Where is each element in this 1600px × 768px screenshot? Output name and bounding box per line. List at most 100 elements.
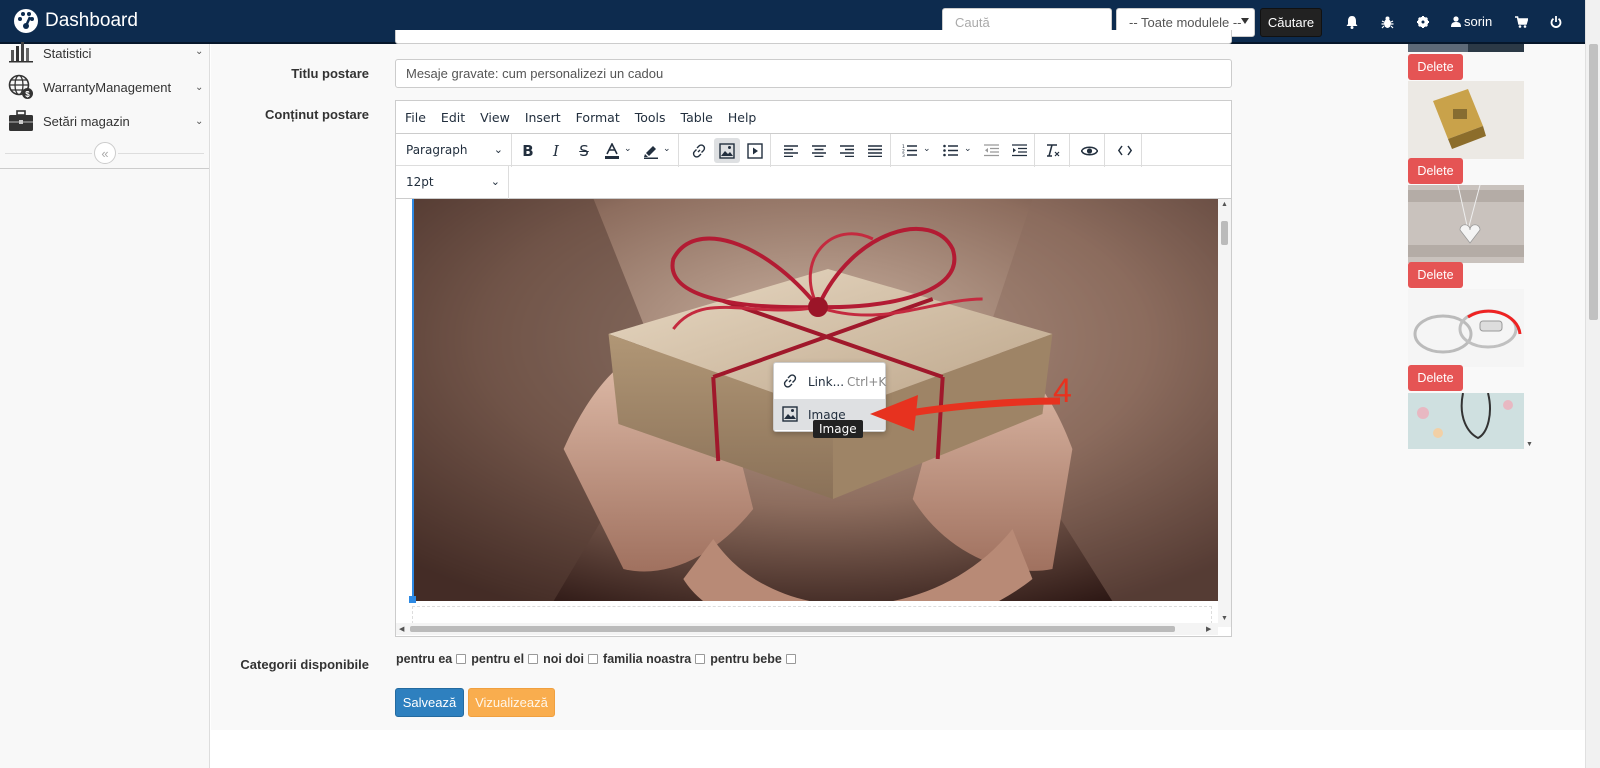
block-format-select[interactable]: Paragraph ⌄ — [396, 138, 511, 162]
text-color-button[interactable] — [599, 138, 625, 163]
chevron-down-icon[interactable]: ⌄ — [663, 143, 671, 154]
sidebar-item-setari[interactable]: Setări magazin ⌄ — [0, 104, 209, 138]
source-code-button[interactable] — [1112, 138, 1138, 163]
empty-paragraph[interactable] — [412, 606, 1212, 624]
sidebar-item-warranty[interactable]: $ WarrantyManagement ⌄ — [0, 70, 209, 104]
category-pentru-el[interactable]: pentru el — [471, 652, 539, 666]
search-button[interactable]: Căutare — [1260, 8, 1322, 37]
sidebar-item-label: WarrantyManagement — [43, 79, 172, 95]
scrollbar-thumb[interactable] — [1589, 44, 1598, 320]
cart-icon[interactable] — [1511, 12, 1531, 32]
divider — [0, 168, 209, 169]
annotation-step-number: 4 — [1053, 372, 1072, 410]
chevron-down-icon[interactable]: ⌄ — [964, 143, 972, 154]
editor-vertical-scrollbar[interactable]: ▲ ▼ — [1218, 199, 1231, 627]
menu-insert[interactable]: Insert — [525, 110, 561, 125]
menu-file[interactable]: File — [405, 110, 426, 125]
category-checkbox[interactable] — [695, 654, 706, 664]
media-button[interactable] — [742, 138, 768, 163]
toolbar-separator — [511, 134, 512, 167]
category-pentru-ea[interactable]: pentru ea — [396, 652, 467, 666]
gallery-thumbnail[interactable] — [1408, 185, 1524, 263]
user-menu[interactable]: sorin — [1451, 14, 1492, 29]
numbered-list-button[interactable]: 123 — [896, 138, 922, 163]
save-button[interactable]: Salvează — [395, 688, 464, 717]
chevron-down-icon[interactable]: ⌄ — [923, 143, 931, 154]
globe-dollar-icon: $ — [8, 74, 33, 99]
context-menu-link[interactable]: Link... Ctrl+K — [774, 366, 886, 397]
chevron-down-icon: ⌄ — [490, 175, 500, 188]
category-checkbox[interactable] — [785, 654, 796, 664]
bar-chart-icon — [9, 42, 33, 63]
category-checkbox[interactable] — [456, 654, 467, 664]
text-color-icon — [605, 142, 619, 159]
align-right-button[interactable] — [834, 138, 860, 163]
delete-image-button[interactable]: Delete — [1408, 158, 1463, 184]
menu-edit[interactable]: Edit — [441, 110, 465, 125]
font-size-select[interactable]: 12pt ⌄ — [396, 170, 508, 194]
clear-formatting-button[interactable] — [1039, 138, 1065, 163]
scroll-down-icon[interactable]: ▼ — [1221, 615, 1228, 622]
menu-view[interactable]: View — [480, 110, 510, 125]
category-pentru-bebe[interactable]: pentru bebe — [710, 652, 796, 666]
page-scrollbar[interactable] — [1585, 0, 1600, 768]
power-icon[interactable] — [1546, 12, 1566, 32]
menu-table[interactable]: Table — [681, 110, 713, 125]
gallery-thumbnail[interactable] — [1408, 44, 1524, 52]
editor-horizontal-scrollbar[interactable]: ◀ ▶ — [396, 623, 1218, 635]
scrollbar-thumb[interactable] — [410, 626, 1175, 632]
indent-button[interactable] — [1006, 138, 1032, 163]
editor-toolbar-row-2: 12pt ⌄ — [396, 166, 1231, 199]
menu-tools[interactable]: Tools — [635, 110, 666, 125]
image-icon — [782, 406, 798, 422]
bullet-list-button[interactable] — [937, 138, 963, 163]
align-center-button[interactable] — [806, 138, 832, 163]
category-noi-doi[interactable]: noi doi — [543, 652, 599, 666]
scroll-down-icon[interactable]: ▼ — [1526, 441, 1533, 448]
strikethrough-button[interactable]: S — [571, 138, 597, 163]
menu-help[interactable]: Help — [728, 110, 757, 125]
categories-list: pentru ea pentru el noi doi familia noas… — [396, 652, 801, 666]
bell-icon[interactable] — [1342, 12, 1362, 32]
previous-field-edge — [395, 30, 1232, 44]
image-button[interactable] — [714, 138, 740, 163]
scroll-right-icon[interactable]: ▶ — [1206, 625, 1211, 633]
preview-post-button[interactable]: Vizualizează — [468, 688, 555, 717]
preview-button[interactable] — [1076, 138, 1102, 163]
italic-button[interactable]: I — [543, 138, 569, 163]
category-label: pentru bebe — [710, 652, 782, 666]
sidebar-collapse-button[interactable]: « — [94, 142, 116, 164]
menu-format[interactable]: Format — [576, 110, 620, 125]
highlight-button[interactable] — [638, 138, 664, 163]
align-center-icon — [812, 144, 826, 157]
editor-menubar: File Edit View Insert Format Tools Table… — [396, 101, 1231, 133]
gear-icon[interactable] — [1413, 12, 1433, 32]
bold-button[interactable]: B — [515, 138, 541, 163]
tooltip: Image — [813, 420, 863, 438]
align-left-button[interactable] — [778, 138, 804, 163]
delete-image-button[interactable]: Delete — [1408, 262, 1463, 288]
gallery-thumbnail[interactable] — [1408, 81, 1524, 159]
scrollbar-thumb[interactable] — [1221, 221, 1228, 245]
category-familia-noastra[interactable]: familia noastra — [603, 652, 706, 666]
delete-image-button[interactable]: Delete — [1408, 54, 1463, 80]
chevron-down-icon: ⌄ — [195, 81, 204, 93]
scroll-left-icon[interactable]: ◀ — [399, 625, 404, 633]
title-input-value: Mesaje gravate: cum personalizezi un cad… — [406, 66, 664, 81]
title-input[interactable]: Mesaje gravate: cum personalizezi un cad… — [395, 59, 1232, 88]
category-checkbox[interactable] — [528, 654, 539, 664]
category-checkbox[interactable] — [588, 654, 599, 664]
chevron-down-icon[interactable]: ⌄ — [624, 143, 632, 154]
brand-link[interactable]: Dashboard — [13, 8, 138, 34]
align-justify-button[interactable] — [862, 138, 888, 163]
gallery-scrollbar[interactable]: ▼ — [1526, 44, 1534, 450]
outdent-button[interactable] — [978, 138, 1004, 163]
link-button[interactable] — [686, 138, 712, 163]
image-resize-handle[interactable] — [409, 596, 416, 603]
gallery-thumbnail[interactable] — [1408, 393, 1524, 449]
bug-icon[interactable] — [1377, 12, 1397, 32]
gallery-thumbnail[interactable] — [1408, 289, 1524, 367]
sidebar-item-statistici[interactable]: Statistici ⌄ — [0, 34, 209, 68]
scroll-up-icon[interactable]: ▲ — [1221, 201, 1228, 208]
delete-image-button[interactable]: Delete — [1408, 365, 1463, 391]
